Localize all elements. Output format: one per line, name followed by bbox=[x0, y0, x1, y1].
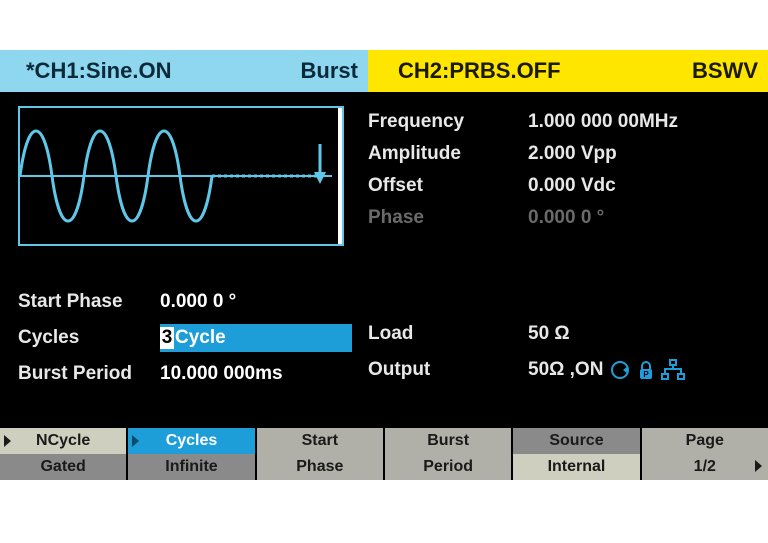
value-burst-period: 10.000 000ms bbox=[160, 363, 283, 385]
label-start-phase: Start Phase bbox=[18, 291, 160, 313]
softkey-6-bot: 1/2 bbox=[694, 458, 716, 476]
cycles-digit[interactable]: 3 bbox=[160, 327, 174, 349]
parameters-right: Frequency 1.000 000 00MHz Amplitude 2.00… bbox=[368, 106, 748, 234]
cycles-editor[interactable]: 3 Cycle bbox=[160, 324, 352, 352]
parameters-burst: Start Phase 0.000 0 ° Cycles 3 Cycle Bur… bbox=[18, 284, 358, 392]
softkey-ncycle[interactable]: NCycle Gated bbox=[0, 428, 126, 480]
value-amplitude: 2.000 Vpp bbox=[528, 143, 617, 165]
network-icon bbox=[661, 359, 685, 381]
label-frequency: Frequency bbox=[368, 111, 528, 133]
row-phase: Phase 0.000 0 ° bbox=[368, 202, 748, 234]
label-amplitude: Amplitude bbox=[368, 143, 528, 165]
softkey-burst-period[interactable]: Burst Period bbox=[383, 428, 511, 480]
page-next-icon bbox=[755, 460, 762, 472]
row-offset[interactable]: Offset 0.000 Vdc bbox=[368, 170, 748, 202]
ch2-tab[interactable]: CH2:PRBS.OFF BSWV bbox=[368, 50, 768, 92]
sync-icon bbox=[609, 359, 631, 381]
label-offset: Offset bbox=[368, 175, 528, 197]
label-burst-period: Burst Period bbox=[18, 363, 160, 385]
header: *CH1:Sine.ON Burst CH2:PRBS.OFF BSWV bbox=[0, 50, 768, 92]
row-cycles[interactable]: Cycles 3 Cycle bbox=[18, 320, 358, 356]
softkey-start-phase[interactable]: Start Phase bbox=[255, 428, 383, 480]
softkey-cycles[interactable]: Cycles Infinite bbox=[126, 428, 254, 480]
softkey-bar: NCycle Gated Cycles Infinite Start Phase… bbox=[0, 428, 768, 480]
softkey-page[interactable]: Page 1/2 bbox=[640, 428, 768, 480]
softkey-1-top: NCycle bbox=[36, 432, 90, 450]
label-cycles: Cycles bbox=[18, 327, 160, 349]
ch2-label: CH2:PRBS.OFF bbox=[398, 58, 561, 84]
svg-text:P: P bbox=[644, 370, 650, 379]
waveform-svg bbox=[20, 108, 342, 244]
softkey-5-bot: Internal bbox=[548, 458, 606, 476]
value-offset: 0.000 Vdc bbox=[528, 175, 616, 197]
value-load: 50 Ω bbox=[528, 323, 570, 345]
parameters-output: Load 50 Ω Output 50Ω ,ON P bbox=[368, 316, 748, 388]
softkey-5-top: Source bbox=[549, 432, 603, 450]
value-start-phase: 0.000 0 ° bbox=[160, 291, 236, 313]
row-burst-period[interactable]: Burst Period 10.000 000ms bbox=[18, 356, 358, 392]
value-output: 50Ω ,ON bbox=[528, 359, 603, 381]
row-amplitude[interactable]: Amplitude 2.000 Vpp bbox=[368, 138, 748, 170]
ch1-mode: Burst bbox=[301, 58, 368, 84]
label-load: Load bbox=[368, 323, 528, 345]
cycles-unit: Cycle bbox=[175, 327, 226, 349]
ch1-label: *CH1:Sine.ON bbox=[26, 58, 171, 84]
main-area: Frequency 1.000 000 00MHz Amplitude 2.00… bbox=[0, 92, 768, 428]
softkey-1-bot: Gated bbox=[40, 458, 85, 476]
softkey-3-bot: Phase bbox=[296, 458, 343, 476]
value-phase: 0.000 0 ° bbox=[528, 207, 604, 229]
softkey-6-top: Page bbox=[686, 432, 724, 450]
lock-icon: P bbox=[637, 359, 655, 381]
row-start-phase[interactable]: Start Phase 0.000 0 ° bbox=[18, 284, 358, 320]
softkey-source[interactable]: Source Internal bbox=[511, 428, 639, 480]
value-frequency: 1.000 000 00MHz bbox=[528, 111, 678, 133]
row-output[interactable]: Output 50Ω ,ON P bbox=[368, 352, 748, 388]
waveform-preview bbox=[18, 106, 344, 246]
label-output: Output bbox=[368, 359, 528, 381]
row-load[interactable]: Load 50 Ω bbox=[368, 316, 748, 352]
label-phase: Phase bbox=[368, 207, 528, 229]
ch2-mode: BSWV bbox=[692, 58, 768, 84]
softkey-2-top: Cycles bbox=[166, 432, 218, 450]
row-frequency[interactable]: Frequency 1.000 000 00MHz bbox=[368, 106, 748, 138]
softkey-4-bot: Period bbox=[423, 458, 473, 476]
wave-cursor bbox=[338, 108, 342, 244]
softkey-2-bot: Infinite bbox=[165, 458, 217, 476]
ch1-tab[interactable]: *CH1:Sine.ON Burst bbox=[0, 50, 368, 92]
softkey-3-top: Start bbox=[302, 432, 338, 450]
softkey-4-top: Burst bbox=[427, 432, 469, 450]
instrument-screen: *CH1:Sine.ON Burst CH2:PRBS.OFF BSWV bbox=[0, 50, 768, 480]
